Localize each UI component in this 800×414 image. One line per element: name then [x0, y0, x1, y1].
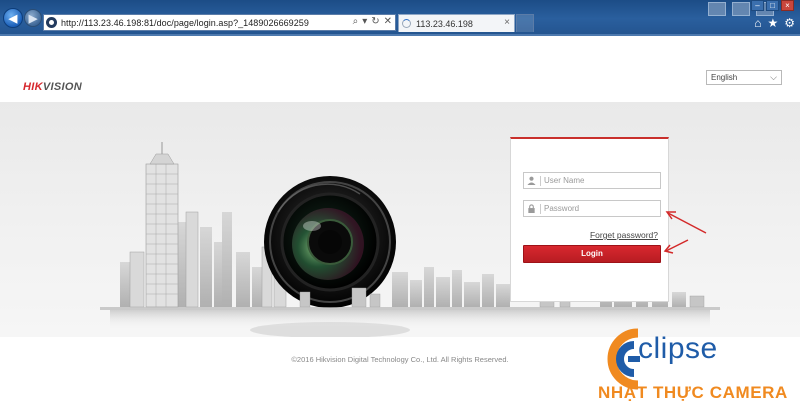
watermark-brand: clipse [638, 332, 718, 365]
annotation-arrow [665, 211, 707, 234]
annotation-arrow [663, 239, 689, 254]
watermark-subtitle: NHẬT THỰC CAMERA [598, 383, 788, 402]
